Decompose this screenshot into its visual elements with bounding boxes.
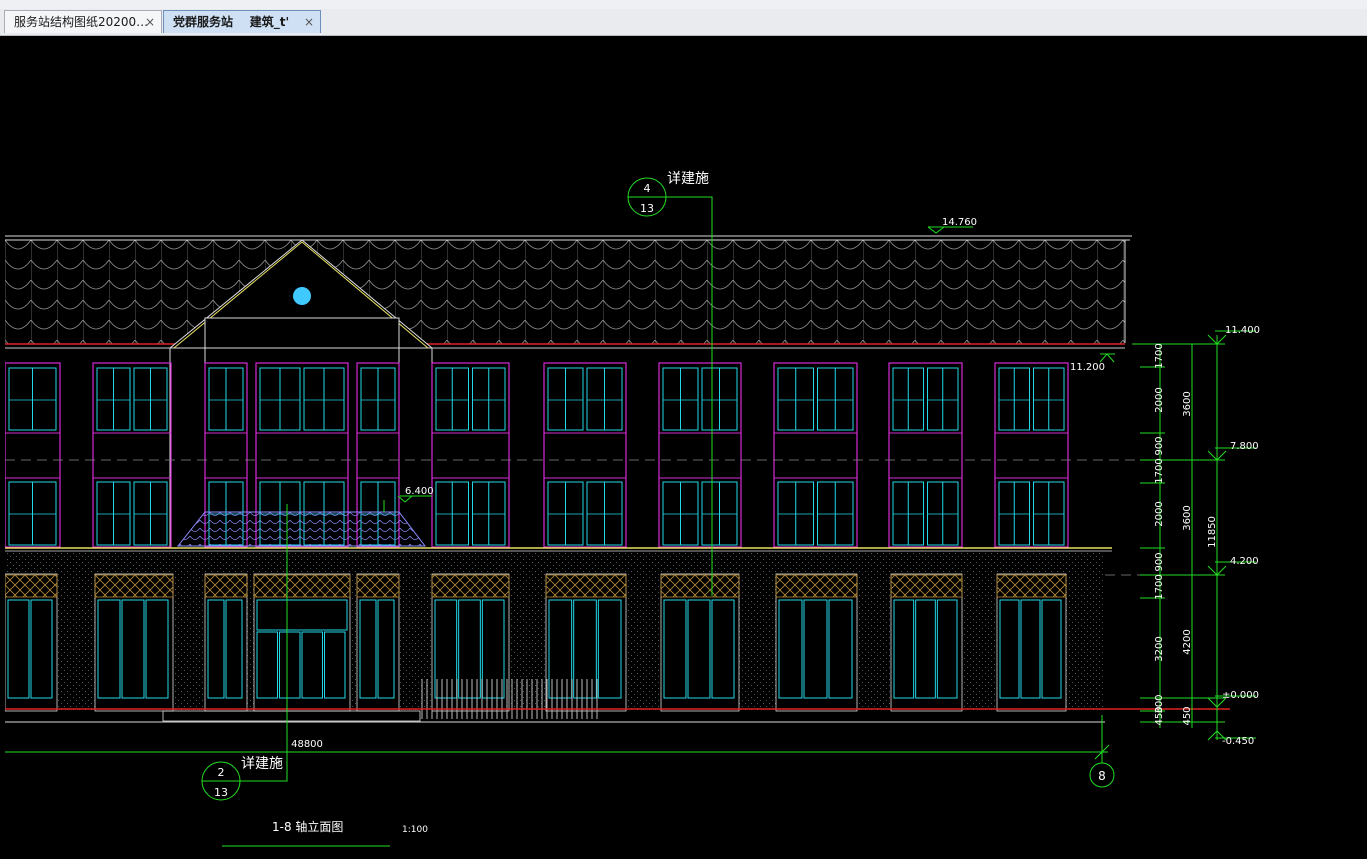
elevation-eave-right: 11.400	[1225, 325, 1260, 336]
tab-label: 服务站结构图纸20200…	[14, 15, 149, 29]
elevation-roof: 14.760	[942, 217, 977, 228]
window-bay	[543, 362, 627, 548]
dimension-label: 1700	[1154, 343, 1165, 368]
ground-window	[253, 573, 351, 712]
ground-window	[4, 573, 58, 712]
dimension-label: 3600	[1182, 505, 1193, 530]
callout-bottom-label: 详建施	[241, 756, 283, 772]
ground-window	[890, 573, 963, 712]
elevation-second-floor: 4.200	[1230, 556, 1259, 567]
ramp	[420, 679, 598, 719]
callout-top-number: 4	[644, 182, 651, 195]
dimension-label: 3600	[1182, 391, 1193, 416]
elevation-base: -0.450	[1222, 736, 1254, 747]
drawing-canvas[interactable]: 详建施 4 13 详建施 2 13 14.760 11.400 11.200 7…	[4, 35, 1367, 855]
close-icon[interactable]: ×	[304, 11, 314, 33]
elevation-ground: ±0.000	[1222, 690, 1259, 701]
ground-window	[204, 573, 248, 712]
elevation-third-floor: 7.800	[1230, 441, 1259, 452]
elevation-canopy: 6.400	[405, 486, 434, 497]
window-bay	[994, 362, 1069, 548]
upper-floor-windows	[4, 362, 1069, 548]
drawing-scale: 1:100	[402, 825, 428, 835]
close-icon[interactable]: ×	[145, 11, 155, 33]
elevation-eave-left: 11.200	[1070, 362, 1105, 373]
drawing-title: 1-8 轴立面图	[272, 819, 343, 834]
callout-top-sheet: 13	[640, 202, 654, 215]
dimension-label: 4200	[1182, 629, 1193, 654]
cad-elevation: 详建施 4 13 详建施 2 13 14.760 11.400 11.200 7…	[4, 171, 1260, 847]
roof	[5, 235, 1132, 349]
ground-window	[996, 573, 1067, 712]
ground-window	[94, 573, 174, 712]
ground-window	[775, 573, 858, 712]
dimension-label: 900	[1154, 552, 1165, 571]
document-tab-bar: 服务站结构图纸20200… × 党群服务站 建筑_t' ×	[0, 9, 1367, 36]
axis-8-label: 8	[1098, 769, 1106, 783]
callout-bottom-sheet: 13	[214, 786, 228, 799]
ground-window	[356, 573, 400, 712]
dimension-total-height: 11850	[1207, 516, 1218, 548]
dimension-label: 450	[1154, 706, 1165, 725]
dimension-label: 2000	[1154, 501, 1165, 526]
callout-bottom-number: 2	[218, 766, 225, 779]
callout-top-label: 详建施	[667, 171, 709, 187]
window-bay	[888, 362, 963, 548]
dimension-label: 900	[1154, 436, 1165, 455]
dimension-label: 1700	[1154, 458, 1165, 483]
window-bay	[92, 362, 172, 548]
entrance-canopy	[176, 511, 427, 547]
dimension-label: 2000	[1154, 387, 1165, 412]
window-bay	[658, 362, 742, 548]
tab-structure-drawing[interactable]: 服务站结构图纸20200… ×	[4, 10, 162, 33]
window-bay	[431, 362, 510, 548]
tab-label: 党群服务站 建筑_t'	[173, 15, 290, 29]
window-bay	[4, 362, 61, 548]
dimension-label: 450	[1182, 706, 1193, 725]
gable-round-window	[293, 287, 311, 305]
tab-architecture-drawing[interactable]: 党群服务站 建筑_t' ×	[163, 10, 321, 33]
dimension-label: 1700	[1154, 574, 1165, 599]
ground-window	[660, 573, 740, 712]
window-bay	[773, 362, 858, 548]
dimension-total-width: 48800	[291, 739, 323, 750]
dimension-label: 3200	[1154, 636, 1165, 661]
